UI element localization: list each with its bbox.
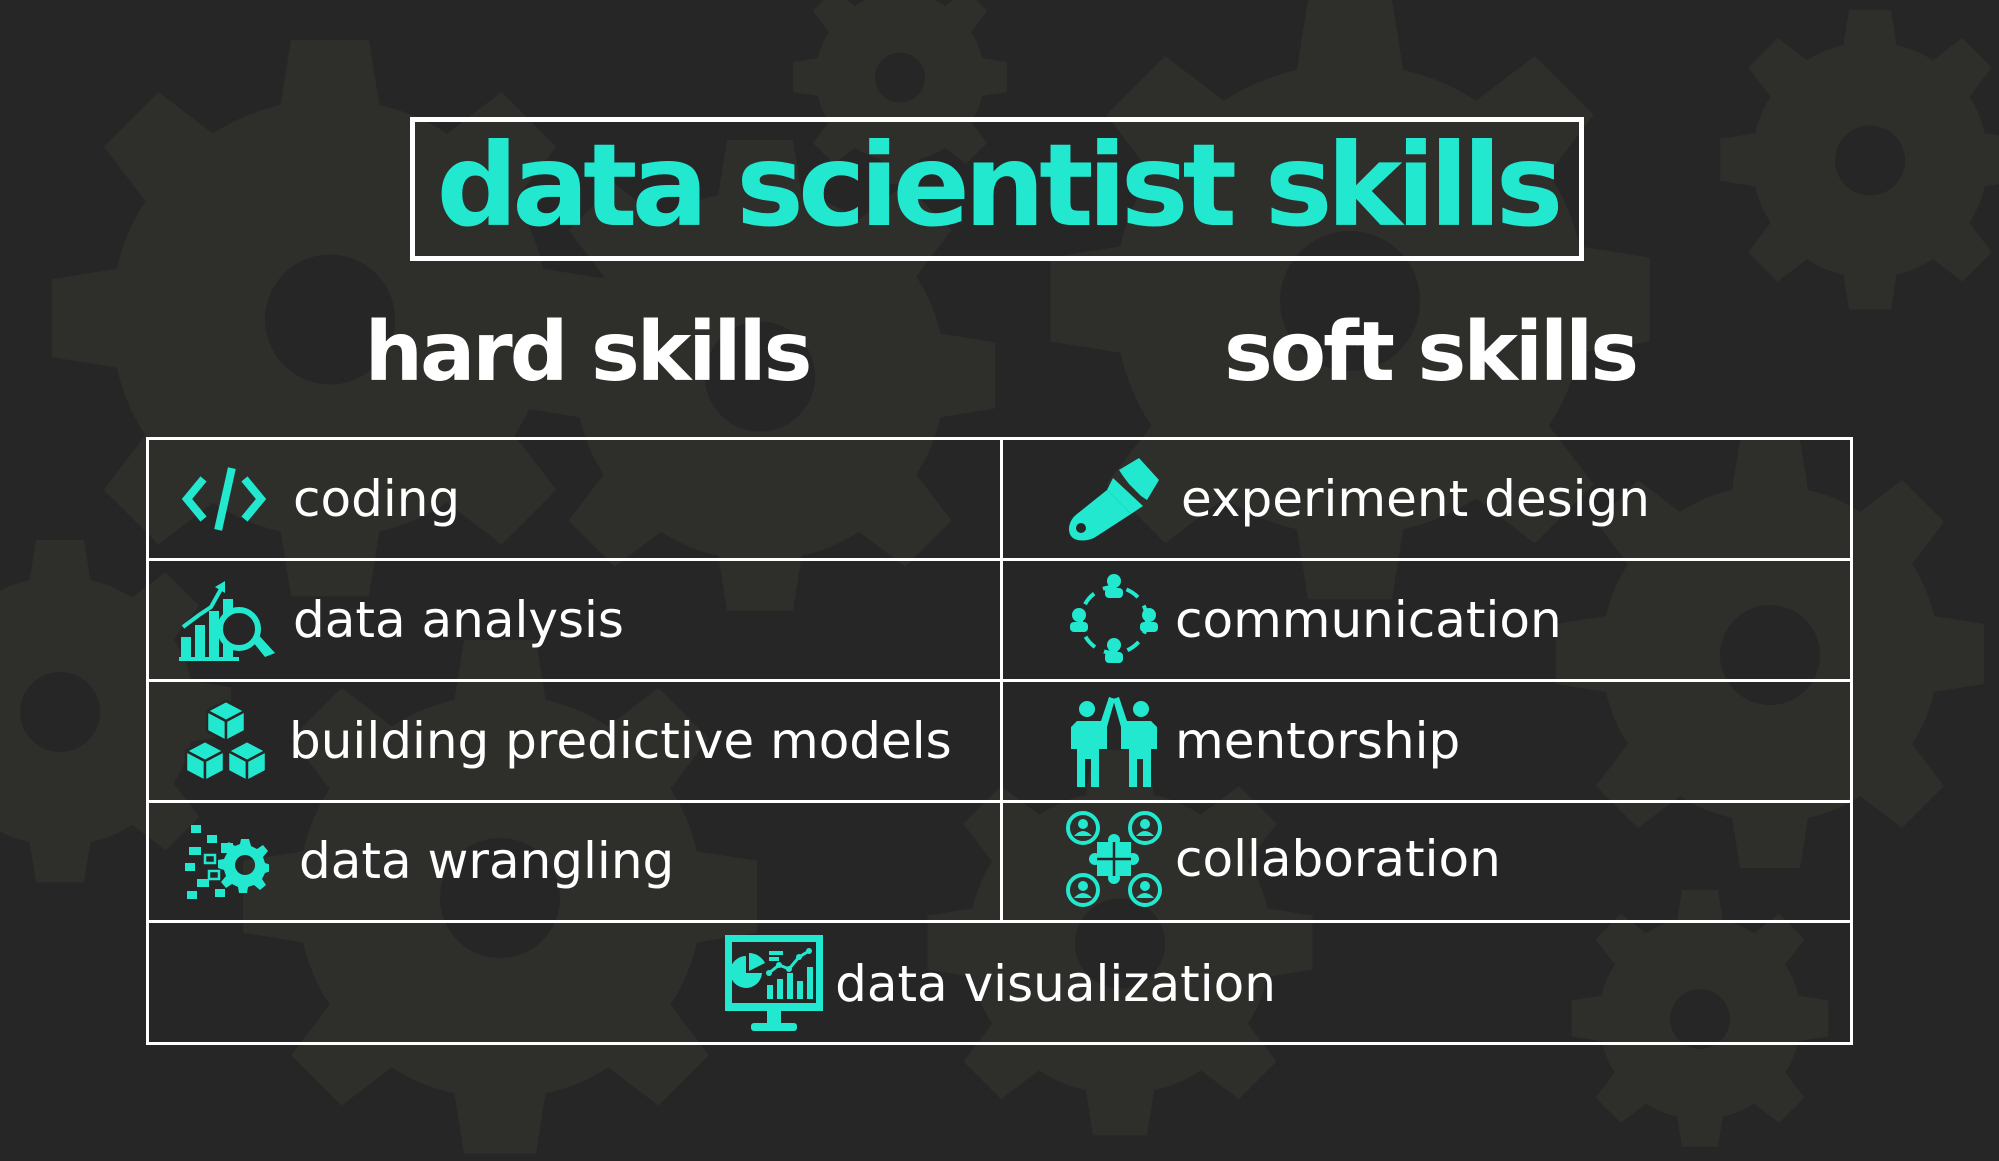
skill-collaboration: collaboration: [1175, 830, 1501, 888]
monitor-chart-icon: [725, 935, 824, 1031]
chart-magnifier-icon: [179, 581, 275, 661]
title-box: data scientist skills: [410, 117, 1584, 261]
skill-coding: coding: [293, 470, 461, 528]
hard-skill-cell: data wrangling: [185, 802, 674, 920]
paintbrush-icon: [1069, 458, 1159, 541]
skills-table: coding data analysis building predictive…: [146, 437, 1853, 1045]
soft-skill-cell: mentorship: [1067, 682, 1460, 800]
code-icon: [181, 467, 267, 531]
skill-building-predictive-models: building predictive models: [289, 712, 952, 770]
hard-skill-cell: coding: [181, 440, 460, 558]
data-gear-icon: [185, 825, 269, 899]
hard-skills-heading: hard skills: [364, 305, 813, 400]
shared-skill-cell: data visualization: [149, 923, 1850, 1045]
skill-mentorship: mentorship: [1175, 712, 1461, 770]
soft-skill-cell: collaboration: [1065, 800, 1501, 918]
skill-experiment-design: experiment design: [1181, 470, 1650, 528]
soft-skills-heading: soft skills: [1223, 305, 1639, 400]
skill-data-visualization: data visualization: [835, 955, 1276, 1013]
high-five-icon: [1071, 697, 1157, 787]
soft-skill-cell: communication: [1067, 561, 1562, 679]
people-network-icon: [1070, 574, 1158, 663]
cubes-icon: [184, 699, 268, 783]
soft-skill-cell: experiment design: [1067, 440, 1650, 558]
hard-skill-cell: data analysis: [179, 561, 624, 679]
hard-skill-cell: building predictive models: [183, 682, 952, 800]
page-title: data scientist skills: [436, 119, 1564, 252]
skill-data-analysis: data analysis: [293, 591, 624, 649]
skill-data-wrangling: data wrangling: [299, 832, 675, 890]
skill-communication: communication: [1175, 591, 1562, 649]
puzzle-team-icon: [1066, 811, 1162, 907]
